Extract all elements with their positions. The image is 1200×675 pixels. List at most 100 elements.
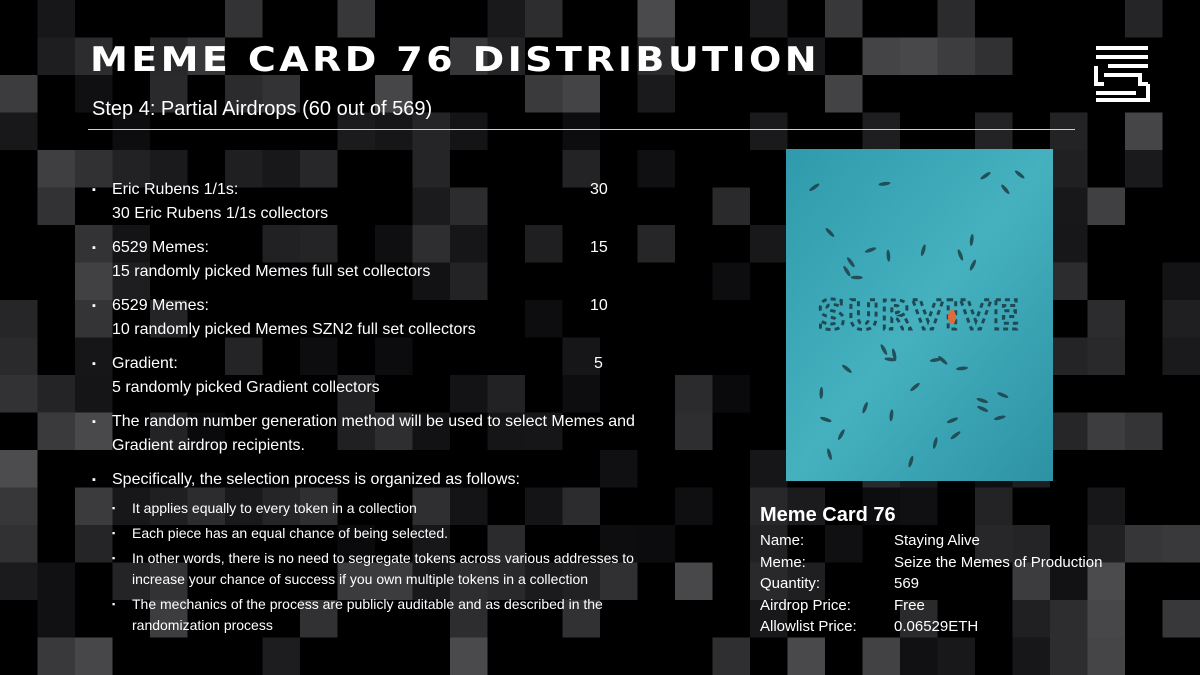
bullet-gradient: Gradient: 5 randomly picked Gradient col… bbox=[92, 352, 732, 400]
mosaic-tile bbox=[1162, 525, 1200, 563]
mosaic-tile bbox=[750, 112, 788, 150]
mosaic-tile bbox=[525, 0, 563, 38]
mosaic-tile bbox=[37, 150, 75, 188]
mosaic-tile bbox=[750, 225, 788, 263]
card-row-quantity: Quantity: 569 bbox=[760, 573, 1102, 595]
mosaic-tile bbox=[750, 450, 788, 488]
mosaic-tile bbox=[1162, 600, 1200, 638]
mosaic-tile bbox=[1087, 187, 1125, 225]
mosaic-tile bbox=[37, 187, 75, 225]
mosaic-tile bbox=[825, 75, 863, 113]
mosaic-tile bbox=[975, 112, 1013, 150]
mosaic-tile bbox=[862, 112, 900, 150]
card-value: 569 bbox=[894, 575, 920, 592]
mosaic-tile bbox=[1050, 187, 1088, 225]
bullet-memes-szn2: 6529 Memes: 10 randomly picked Memes SZN… bbox=[92, 294, 732, 342]
mosaic-tile bbox=[975, 37, 1013, 75]
mosaic-tile bbox=[1050, 262, 1088, 300]
mosaic-tile bbox=[1012, 637, 1050, 675]
sub-bullet-auditable: The mechanics of the process are publicl… bbox=[112, 594, 732, 636]
card-row-meme: Meme: Seize the Memes of Production bbox=[760, 552, 1102, 574]
mosaic-tile bbox=[1087, 300, 1125, 338]
mosaic-tile bbox=[1050, 637, 1088, 675]
bullet-text-continued: Gradient airdrop recipients. bbox=[112, 437, 305, 454]
bullet-heading: 6529 Memes: bbox=[112, 297, 209, 314]
bullet-text: The random number generation method will… bbox=[112, 413, 635, 430]
mosaic-tile bbox=[862, 637, 900, 675]
mosaic-tile bbox=[1087, 412, 1125, 450]
card-value: Free bbox=[894, 596, 925, 614]
mosaic-tile bbox=[562, 112, 600, 150]
mosaic-tile bbox=[0, 487, 38, 525]
mosaic-tile bbox=[825, 0, 863, 38]
mosaic-tile bbox=[37, 562, 75, 600]
swimmer-figure bbox=[948, 310, 956, 324]
bullet-count: 5 bbox=[594, 355, 603, 372]
sub-bullet-equal-application: It applies equally to every token in a c… bbox=[112, 498, 732, 519]
mosaic-tile bbox=[0, 450, 38, 488]
bullet-memes-full-set: 6529 Memes: 15 randomly picked Memes ful… bbox=[92, 236, 732, 284]
page-title: MEME CARD 76 DISTRIBUTION bbox=[90, 40, 820, 80]
sub-bullet-no-segregation: In other words, there is no need to segr… bbox=[112, 548, 732, 590]
mosaic-tile bbox=[37, 0, 75, 38]
mosaic-tile bbox=[900, 637, 938, 675]
mosaic-tile bbox=[637, 0, 675, 38]
mosaic-tile bbox=[37, 375, 75, 413]
mosaic-tile bbox=[900, 487, 938, 525]
bullet-text: Specifically, the selection process is o… bbox=[112, 471, 520, 488]
mosaic-tile bbox=[37, 37, 75, 75]
bullet-heading: Eric Rubens 1/1s: bbox=[112, 181, 239, 198]
mosaic-tile bbox=[1050, 225, 1088, 263]
bullet-eric-rubens: Eric Rubens 1/1s: 30 Eric Rubens 1/1s co… bbox=[92, 178, 732, 226]
mosaic-tile bbox=[975, 487, 1013, 525]
bullet-count: 10 bbox=[590, 297, 608, 314]
card-label: Quantity: bbox=[760, 575, 821, 592]
mosaic-tile bbox=[750, 0, 788, 38]
mosaic-tile bbox=[225, 0, 263, 38]
sub-bullet-text-continued: randomization process bbox=[132, 617, 273, 633]
mosaic-tile bbox=[1125, 525, 1163, 563]
mosaic-tile bbox=[0, 525, 38, 563]
mosaic-tile bbox=[525, 75, 563, 113]
card-row-allowlist-price: Allowlist Price: 0.06529ETH bbox=[760, 616, 1102, 638]
bullet-detail: 10 randomly picked Memes SZN2 full set c… bbox=[112, 321, 476, 338]
mosaic-tile bbox=[1162, 300, 1200, 338]
mosaic-tile bbox=[37, 637, 75, 675]
card-details: Name: Staying Alive Meme: Seize the Meme… bbox=[760, 530, 1102, 638]
mosaic-tile bbox=[1087, 637, 1125, 675]
card-value: 0.06529ETH bbox=[894, 618, 979, 635]
bullet-heading: 6529 Memes: bbox=[112, 239, 209, 256]
card-value: Staying Alive bbox=[894, 532, 980, 549]
bullet-count: 30 bbox=[590, 181, 608, 198]
bullet-rng-method: The random number generation method will… bbox=[92, 410, 732, 458]
sub-bullet-text: In other words, there is no need to segr… bbox=[132, 550, 634, 566]
mosaic-tile bbox=[0, 75, 38, 113]
mosaic-tile bbox=[37, 412, 75, 450]
mosaic-tile bbox=[1125, 0, 1163, 38]
mosaic-tile bbox=[787, 637, 825, 675]
mosaic-tile bbox=[1050, 337, 1088, 375]
mosaic-tile bbox=[1125, 112, 1163, 150]
mosaic-tile bbox=[1050, 112, 1088, 150]
mosaic-tile bbox=[0, 375, 38, 413]
sub-bullet-text: The mechanics of the process are publicl… bbox=[132, 596, 603, 612]
mosaic-tile bbox=[0, 562, 38, 600]
bullet-selection-process: Specifically, the selection process is o… bbox=[92, 468, 732, 636]
card-label: Name: bbox=[760, 532, 805, 549]
artwork-image: SURVIVE bbox=[786, 149, 1053, 481]
mosaic-tile bbox=[1050, 150, 1088, 188]
mosaic-tile bbox=[0, 300, 38, 338]
page-subtitle: Step 4: Partial Airdrops (60 out of 569) bbox=[92, 98, 433, 120]
mosaic-tile bbox=[862, 37, 900, 75]
bullet-detail: 30 Eric Rubens 1/1s collectors bbox=[112, 205, 329, 222]
mosaic-tile bbox=[450, 112, 488, 150]
mosaic-tile bbox=[937, 637, 975, 675]
bullet-detail: 5 randomly picked Gradient collectors bbox=[112, 379, 380, 396]
sub-bullet-equal-chance: Each piece has an equal chance of being … bbox=[112, 523, 732, 544]
mosaic-tile bbox=[937, 0, 975, 38]
mosaic-tile bbox=[637, 75, 675, 113]
mosaic-tile bbox=[1087, 487, 1125, 525]
mosaic-tile bbox=[900, 37, 938, 75]
card-label: Allowlist Price: bbox=[760, 618, 857, 635]
selection-process-sublist: It applies equally to every token in a c… bbox=[112, 498, 732, 636]
